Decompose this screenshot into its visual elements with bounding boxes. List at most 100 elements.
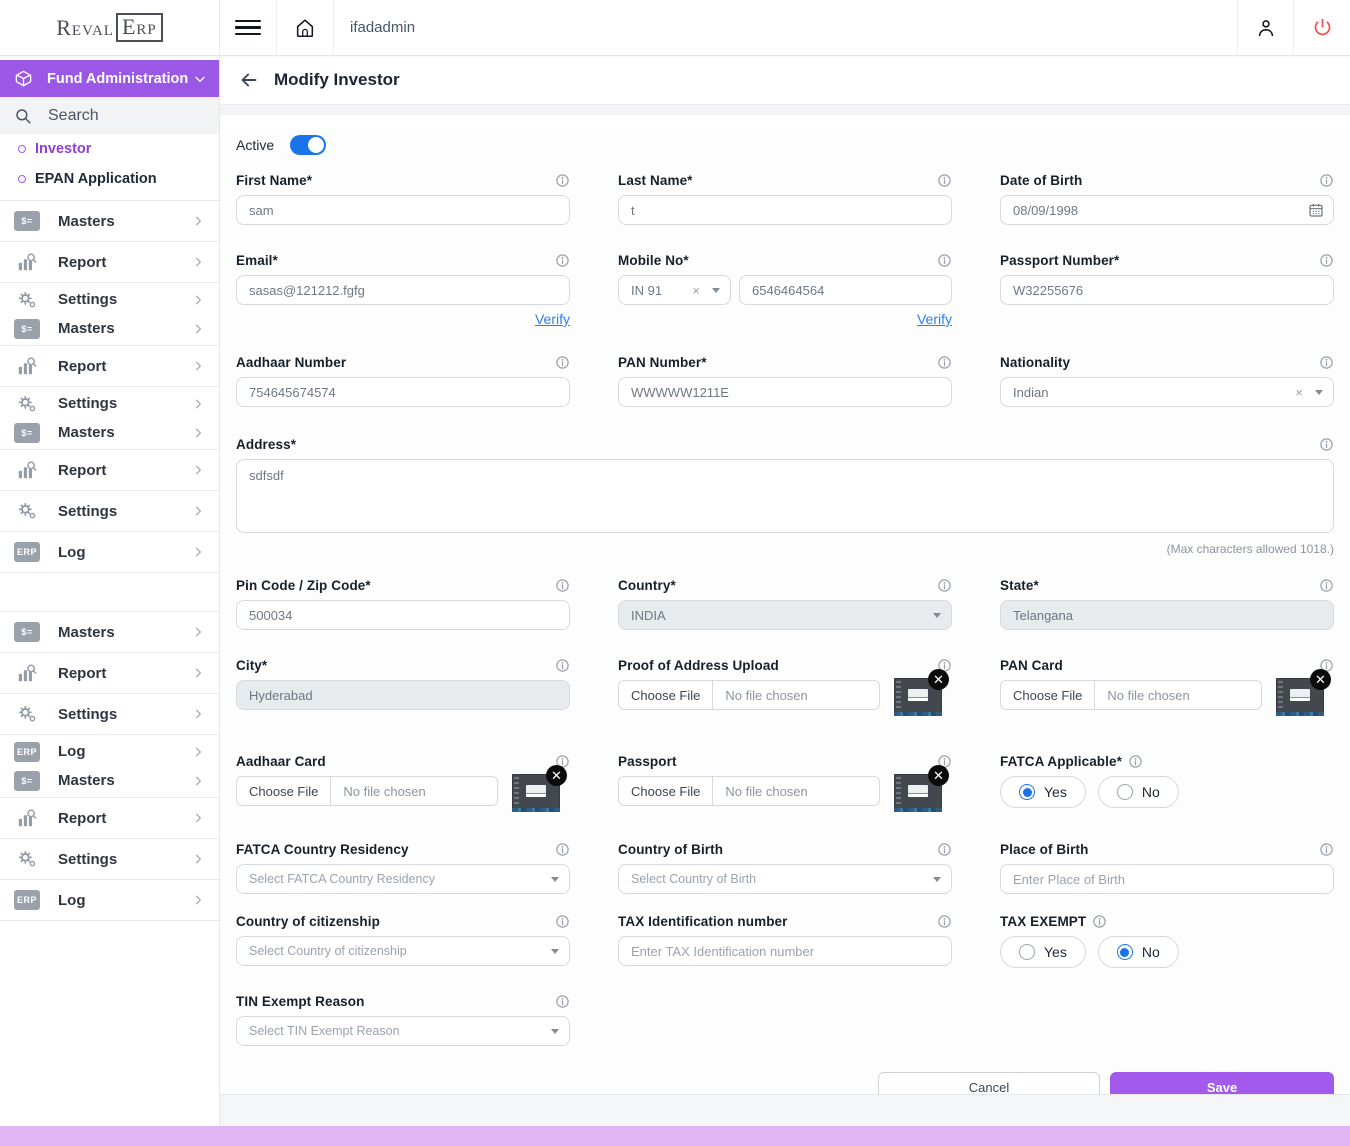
choose-file-button[interactable]: Choose File [1001, 681, 1095, 709]
info-icon[interactable] [555, 842, 570, 857]
info-icon[interactable] [1319, 437, 1334, 452]
info-icon[interactable] [937, 253, 952, 268]
sidebar-item-masters[interactable]: $= Masters [14, 314, 205, 343]
fatca-residency-select[interactable]: Select FATCA Country Residency [236, 864, 570, 894]
back-arrow-icon[interactable] [238, 69, 260, 91]
active-toggle[interactable] [290, 135, 326, 155]
module-selector[interactable]: Fund Administration [0, 60, 219, 97]
mobile-verify-link[interactable]: Verify [917, 311, 952, 329]
tax-exempt-no-radio[interactable]: No [1098, 936, 1179, 968]
info-icon[interactable] [1319, 578, 1334, 593]
info-icon[interactable] [1319, 253, 1334, 268]
dob-input[interactable] [1000, 195, 1334, 225]
radio-icon [1117, 784, 1133, 800]
citizenship-select[interactable]: Select Country of citizenship [236, 936, 570, 966]
pincode-input[interactable] [236, 600, 570, 630]
clear-icon[interactable]: × [692, 283, 700, 298]
place-of-birth-input[interactable] [1000, 864, 1334, 894]
last-name-input[interactable] [618, 195, 952, 225]
email-verify-link[interactable]: Verify [535, 311, 570, 329]
info-icon[interactable] [555, 914, 570, 929]
passport-file-input[interactable]: Choose File No file chosen [618, 776, 880, 806]
passport-thumbnail[interactable]: ✕ [894, 774, 942, 812]
country-of-birth-select[interactable]: Select Country of Birth [618, 864, 952, 894]
sidebar-item-masters[interactable]: $= Masters [14, 418, 205, 447]
info-icon[interactable] [1128, 754, 1143, 769]
sidebar-item-settings-masters[interactable]: Settings $= Masters [0, 387, 219, 450]
mobile-input[interactable] [739, 275, 952, 305]
sidebar-item-masters[interactable]: $= Masters [0, 201, 219, 242]
sidebar-item-settings[interactable]: Settings [0, 694, 219, 735]
sidebar-item-settings[interactable]: Settings [14, 389, 205, 418]
sidebar-item-log[interactable]: ERP Log [0, 880, 219, 921]
info-icon[interactable] [555, 253, 570, 268]
info-icon[interactable] [555, 578, 570, 593]
info-icon[interactable] [555, 994, 570, 1009]
info-icon[interactable] [937, 578, 952, 593]
menu-toggle-button[interactable] [220, 0, 277, 55]
home-button[interactable] [277, 0, 334, 55]
aadhaar-number-input[interactable] [236, 377, 570, 407]
investor-form: Active First Name* Last Name* Date of Bi… [220, 135, 1350, 1102]
sidebar-item-settings[interactable]: Settings [0, 839, 219, 880]
aadhaar-card-file-input[interactable]: Choose File No file chosen [236, 776, 498, 806]
sidebar-search[interactable]: Search [0, 97, 219, 134]
sidebar-item-report[interactable]: Report [0, 450, 219, 491]
sidebar-item-epan-application[interactable]: EPAN Application [0, 164, 219, 194]
sidebar-item-log[interactable]: ERP Log [14, 737, 205, 766]
pan-card-file-input[interactable]: Choose File No file chosen [1000, 680, 1262, 710]
choose-file-button[interactable]: Choose File [619, 777, 713, 805]
nationality-select[interactable]: Indian × [1000, 377, 1334, 407]
proof-of-address-file-input[interactable]: Choose File No file chosen [618, 680, 880, 710]
sidebar-item-report[interactable]: Report [0, 242, 219, 283]
info-icon[interactable] [1319, 173, 1334, 188]
sidebar-item-masters[interactable]: $= Masters [0, 611, 219, 653]
sidebar-item-masters[interactable]: $= Masters [14, 766, 205, 795]
first-name-input[interactable] [236, 195, 570, 225]
info-icon[interactable] [937, 173, 952, 188]
pan-card-thumbnail[interactable]: ✕ [1276, 678, 1324, 716]
sidebar-item-log-masters[interactable]: ERP Log $= Masters [0, 735, 219, 798]
tax-exempt-yes-radio[interactable]: Yes [1000, 936, 1086, 968]
remove-file-icon[interactable]: ✕ [1310, 669, 1331, 690]
passport-number-input[interactable] [1000, 275, 1334, 305]
choose-file-button[interactable]: Choose File [619, 681, 713, 709]
sidebar-item-report[interactable]: Report [0, 346, 219, 387]
sidebar-item-settings[interactable]: Settings [14, 285, 205, 314]
country-code-select[interactable]: IN 91 × [618, 275, 731, 305]
info-icon[interactable] [555, 658, 570, 673]
email-input[interactable] [236, 275, 570, 305]
info-icon[interactable] [1319, 355, 1334, 370]
address-field: Address* sdfsdf (Max characters allowed … [236, 435, 1334, 558]
remove-file-icon[interactable]: ✕ [928, 669, 949, 690]
logout-button[interactable] [1293, 0, 1350, 55]
address-textarea[interactable]: sdfsdf [236, 459, 1334, 533]
clear-icon[interactable]: × [1295, 385, 1303, 400]
tin-exempt-reason-select[interactable]: Select TIN Exempt Reason [236, 1016, 570, 1046]
sidebar-item-report[interactable]: Report [0, 653, 219, 694]
tin-input[interactable] [618, 936, 952, 966]
info-icon[interactable] [1319, 842, 1334, 857]
profile-button[interactable] [1237, 0, 1293, 55]
info-icon[interactable] [1092, 914, 1107, 929]
calendar-icon[interactable] [1308, 202, 1324, 218]
fatca-yes-radio[interactable]: Yes [1000, 776, 1086, 808]
remove-file-icon[interactable]: ✕ [546, 765, 567, 786]
info-icon[interactable] [555, 173, 570, 188]
info-icon[interactable] [937, 355, 952, 370]
info-icon[interactable] [555, 355, 570, 370]
info-icon[interactable] [937, 842, 952, 857]
remove-file-icon[interactable]: ✕ [928, 765, 949, 786]
info-icon[interactable] [937, 914, 952, 929]
fatca-no-radio[interactable]: No [1098, 776, 1179, 808]
pan-number-input[interactable] [618, 377, 952, 407]
choose-file-button[interactable]: Choose File [237, 777, 331, 805]
sidebar-item-settings[interactable]: Settings [0, 491, 219, 532]
proof-of-address-thumbnail[interactable]: ✕ [894, 678, 942, 716]
aadhaar-card-thumbnail[interactable]: ✕ [512, 774, 560, 812]
sidebar-item-investor[interactable]: Investor [0, 134, 219, 164]
sidebar-item-log[interactable]: ERP Log [0, 532, 219, 573]
sidebar-item-settings-masters[interactable]: Settings $= Masters [0, 283, 219, 346]
sidebar-item-report[interactable]: Report [0, 798, 219, 839]
settings-icon [14, 849, 40, 869]
